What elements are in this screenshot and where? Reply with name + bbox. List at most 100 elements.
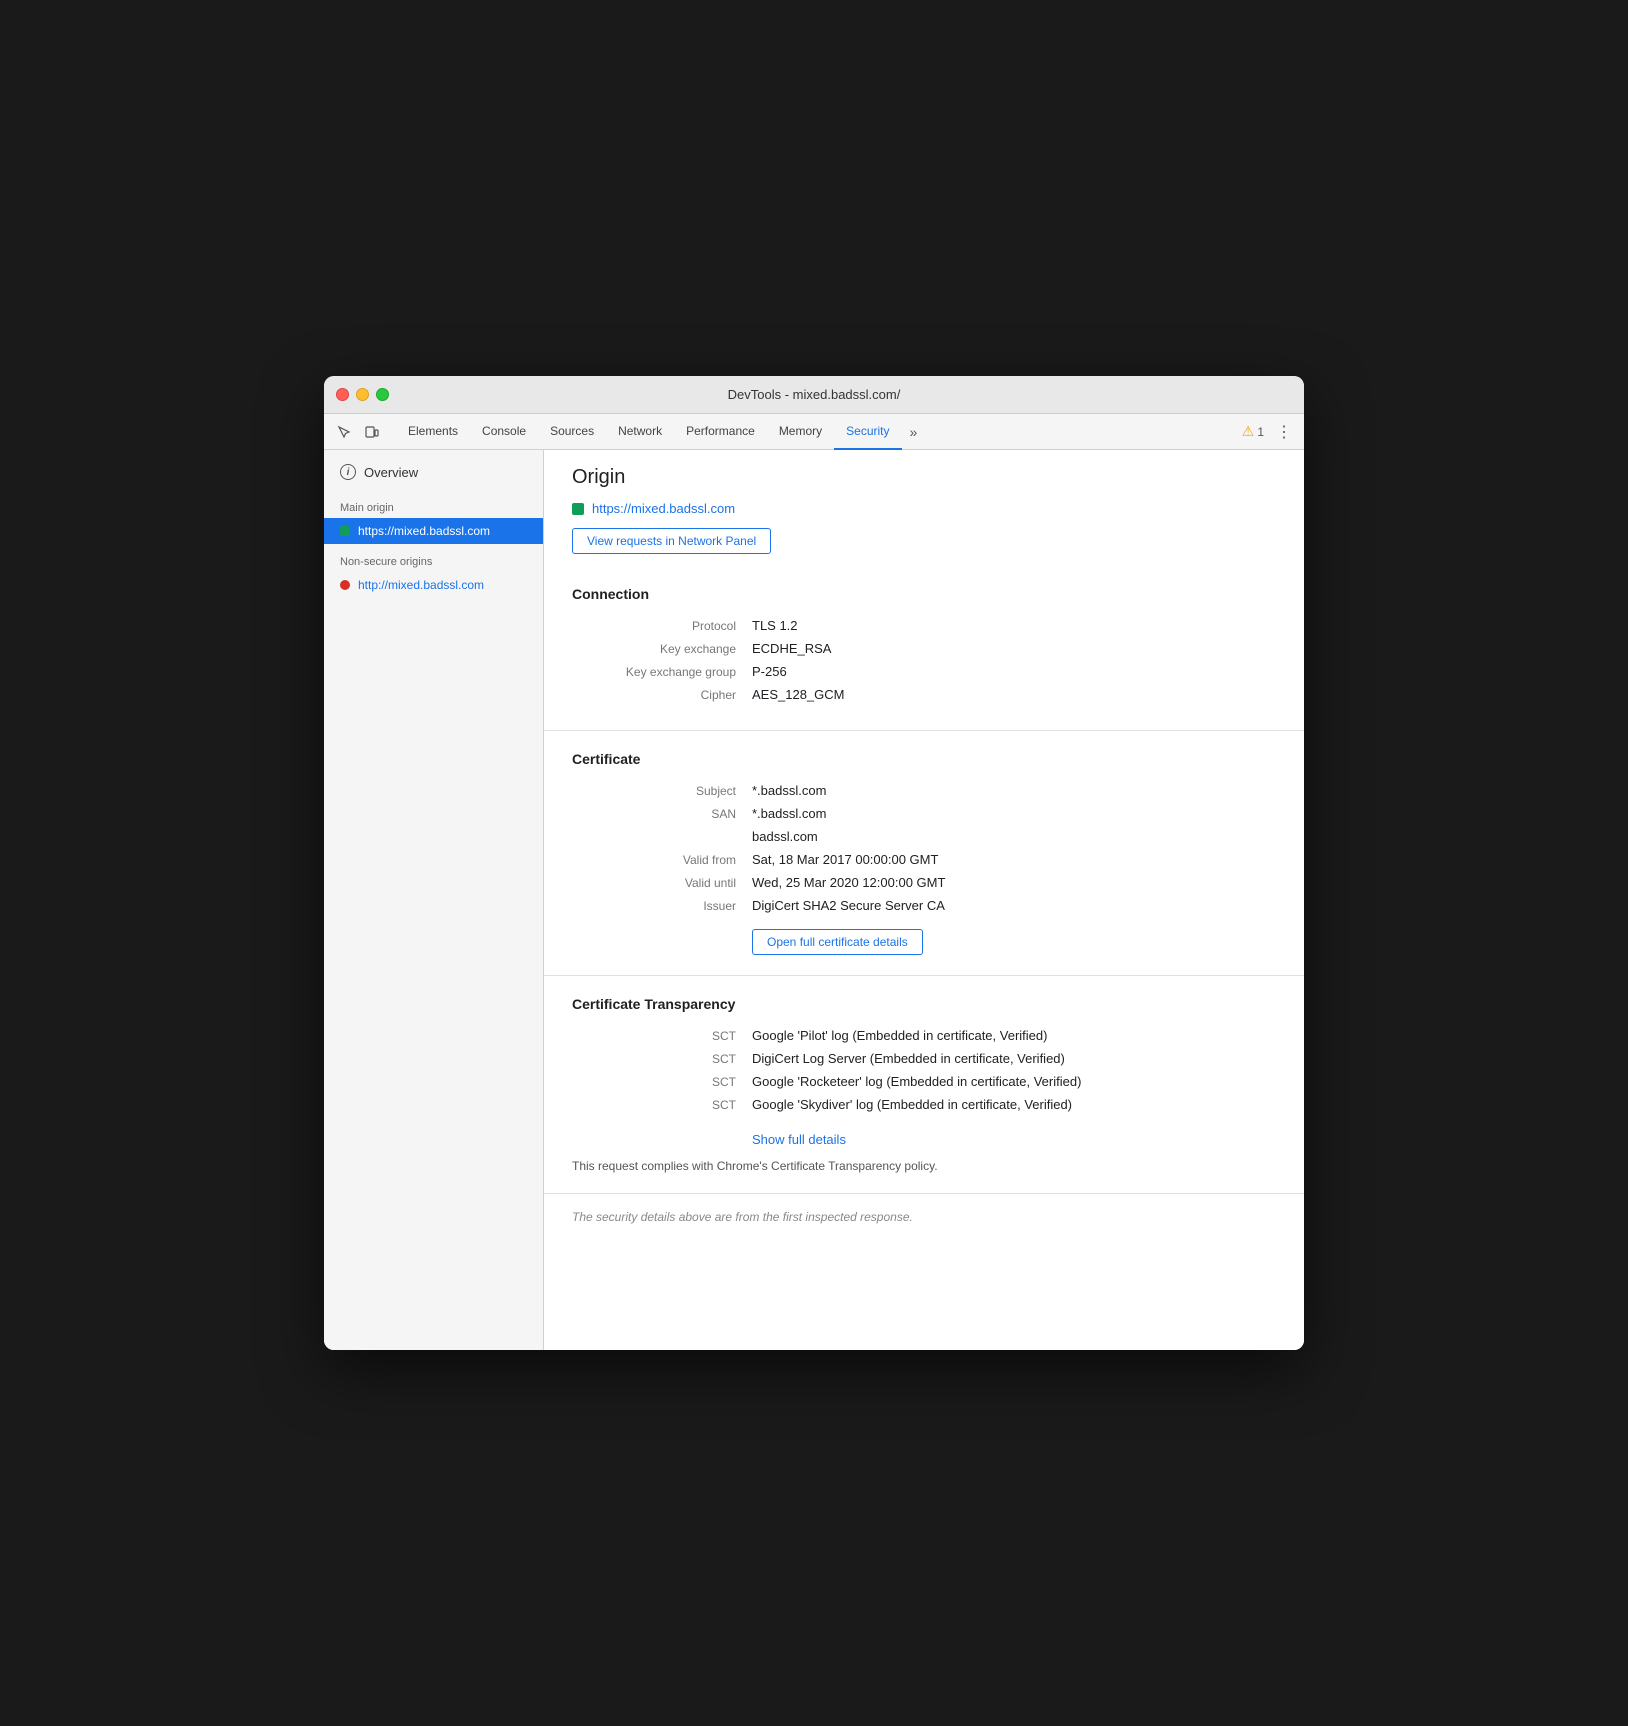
sidebar-item-non-secure[interactable]: http://mixed.badssl.com — [324, 572, 543, 598]
close-button[interactable] — [336, 388, 349, 401]
toolbar-icons — [332, 420, 384, 444]
sct-row-2: SCT Google 'Rocketeer' log (Embedded in … — [572, 1074, 1276, 1089]
issuer-label: Issuer — [572, 899, 752, 913]
connection-section: Connection Protocol TLS 1.2 Key exchange… — [544, 566, 1304, 731]
main-origin-url: https://mixed.badssl.com — [358, 524, 490, 538]
sct-label-1: SCT — [572, 1052, 752, 1066]
show-full-details-link[interactable]: Show full details — [752, 1132, 846, 1147]
sidebar: i Overview Main origin https://mixed.bad… — [324, 450, 544, 1350]
san-label: SAN — [572, 807, 752, 821]
tab-network[interactable]: Network — [606, 414, 674, 450]
issuer-value: DigiCert SHA2 Secure Server CA — [752, 898, 945, 913]
valid-until-value: Wed, 25 Mar 2020 12:00:00 GMT — [752, 875, 945, 890]
san-row1: SAN *.badssl.com — [572, 806, 1276, 821]
open-cert-details-button[interactable]: Open full certificate details — [752, 929, 923, 955]
subject-label: Subject — [572, 784, 752, 798]
warning-icon: ⚠ — [1242, 423, 1255, 440]
devtools-body: i Overview Main origin https://mixed.bad… — [324, 450, 1304, 1350]
sct-label-2: SCT — [572, 1075, 752, 1089]
info-icon: i — [340, 464, 356, 480]
traffic-lights — [336, 388, 389, 401]
origin-dot-green — [340, 526, 350, 536]
cert-button-row: Open full certificate details — [572, 929, 1276, 955]
valid-until-row: Valid until Wed, 25 Mar 2020 12:00:00 GM… — [572, 875, 1276, 890]
valid-from-value: Sat, 18 Mar 2017 00:00:00 GMT — [752, 852, 938, 867]
sct-row-3: SCT Google 'Skydiver' log (Embedded in c… — [572, 1097, 1276, 1112]
tab-console[interactable]: Console — [470, 414, 538, 450]
nav-tabs: Elements Console Sources Network Perform… — [396, 414, 1238, 450]
main-origin-label: Main origin — [324, 490, 543, 518]
non-secure-origins-label: Non-secure origins — [324, 544, 543, 572]
sct-value-3: Google 'Skydiver' log (Embedded in certi… — [752, 1097, 1072, 1112]
main-content: Origin https://mixed.badssl.com View req… — [544, 450, 1304, 1350]
maximize-button[interactable] — [376, 388, 389, 401]
sct-value-1: DigiCert Log Server (Embedded in certifi… — [752, 1051, 1065, 1066]
san-row2: badssl.com — [572, 829, 1276, 844]
tab-security[interactable]: Security — [834, 414, 901, 450]
origin-title: Origin — [572, 466, 1276, 489]
key-exchange-label: Key exchange — [572, 642, 752, 656]
warning-count: 1 — [1257, 425, 1264, 439]
sct-value-0: Google 'Pilot' log (Embedded in certific… — [752, 1028, 1047, 1043]
key-exchange-row: Key exchange ECDHE_RSA — [572, 641, 1276, 656]
transparency-section: Certificate Transparency SCT Google 'Pil… — [544, 976, 1304, 1194]
tab-memory[interactable]: Memory — [767, 414, 834, 450]
toolbar-right: ⚠ 1 ⋮ — [1242, 422, 1296, 442]
tab-performance[interactable]: Performance — [674, 414, 767, 450]
connection-title: Connection — [572, 586, 1276, 602]
tab-elements[interactable]: Elements — [396, 414, 470, 450]
san-value2: badssl.com — [752, 829, 818, 844]
origin-header: Origin https://mixed.badssl.com View req… — [544, 450, 1304, 566]
origin-url-link[interactable]: https://mixed.badssl.com — [592, 501, 735, 516]
protocol-value: TLS 1.2 — [752, 618, 798, 633]
valid-from-label: Valid from — [572, 853, 752, 867]
key-exchange-group-label: Key exchange group — [572, 665, 752, 679]
sidebar-overview[interactable]: i Overview — [324, 454, 543, 490]
title-bar: DevTools - mixed.badssl.com/ — [324, 376, 1304, 414]
san-value1: *.badssl.com — [752, 806, 826, 821]
warning-badge[interactable]: ⚠ 1 — [1242, 423, 1264, 440]
minimize-button[interactable] — [356, 388, 369, 401]
subject-row: Subject *.badssl.com — [572, 783, 1276, 798]
issuer-row: Issuer DigiCert SHA2 Secure Server CA — [572, 898, 1276, 913]
sct-row-0: SCT Google 'Pilot' log (Embedded in cert… — [572, 1028, 1276, 1043]
non-secure-url: http://mixed.badssl.com — [358, 578, 484, 592]
key-exchange-group-value: P-256 — [752, 664, 787, 679]
sct-row-1: SCT DigiCert Log Server (Embedded in cer… — [572, 1051, 1276, 1066]
sct-value-2: Google 'Rocketeer' log (Embedded in cert… — [752, 1074, 1081, 1089]
valid-from-row: Valid from Sat, 18 Mar 2017 00:00:00 GMT — [572, 852, 1276, 867]
key-exchange-group-row: Key exchange group P-256 — [572, 664, 1276, 679]
origin-dot-red — [340, 580, 350, 590]
cipher-row: Cipher AES_128_GCM — [572, 687, 1276, 702]
certificate-details: Subject *.badssl.com SAN *.badssl.com ba… — [572, 783, 1276, 913]
transparency-compliance-note: This request complies with Chrome's Cert… — [572, 1159, 1276, 1173]
devtools-window: DevTools - mixed.badssl.com/ Elements Co… — [324, 376, 1304, 1350]
cipher-value: AES_128_GCM — [752, 687, 845, 702]
footer-note: The security details above are from the … — [544, 1194, 1304, 1240]
tab-sources[interactable]: Sources — [538, 414, 606, 450]
protocol-label: Protocol — [572, 619, 752, 633]
device-icon[interactable] — [360, 420, 384, 444]
cipher-label: Cipher — [572, 688, 752, 702]
protocol-row: Protocol TLS 1.2 — [572, 618, 1276, 633]
window-title: DevTools - mixed.badssl.com/ — [728, 387, 901, 402]
cursor-icon[interactable] — [332, 420, 356, 444]
sct-rows: SCT Google 'Pilot' log (Embedded in cert… — [572, 1028, 1276, 1112]
certificate-title: Certificate — [572, 751, 1276, 767]
certificate-section: Certificate Subject *.badssl.com SAN *.b… — [544, 731, 1304, 976]
overview-label: Overview — [364, 465, 418, 480]
sidebar-item-main-origin[interactable]: https://mixed.badssl.com — [324, 518, 543, 544]
toolbar: Elements Console Sources Network Perform… — [324, 414, 1304, 450]
sct-label-0: SCT — [572, 1029, 752, 1043]
devtools-menu-button[interactable]: ⋮ — [1272, 422, 1296, 442]
sct-label-3: SCT — [572, 1098, 752, 1112]
secure-origin-indicator — [572, 503, 584, 515]
origin-url-row: https://mixed.badssl.com — [572, 501, 1276, 516]
subject-value: *.badssl.com — [752, 783, 826, 798]
more-tabs-button[interactable]: » — [902, 424, 926, 440]
valid-until-label: Valid until — [572, 876, 752, 890]
view-requests-button[interactable]: View requests in Network Panel — [572, 528, 771, 554]
key-exchange-value: ECDHE_RSA — [752, 641, 831, 656]
connection-details: Protocol TLS 1.2 Key exchange ECDHE_RSA … — [572, 618, 1276, 702]
transparency-title: Certificate Transparency — [572, 996, 1276, 1012]
